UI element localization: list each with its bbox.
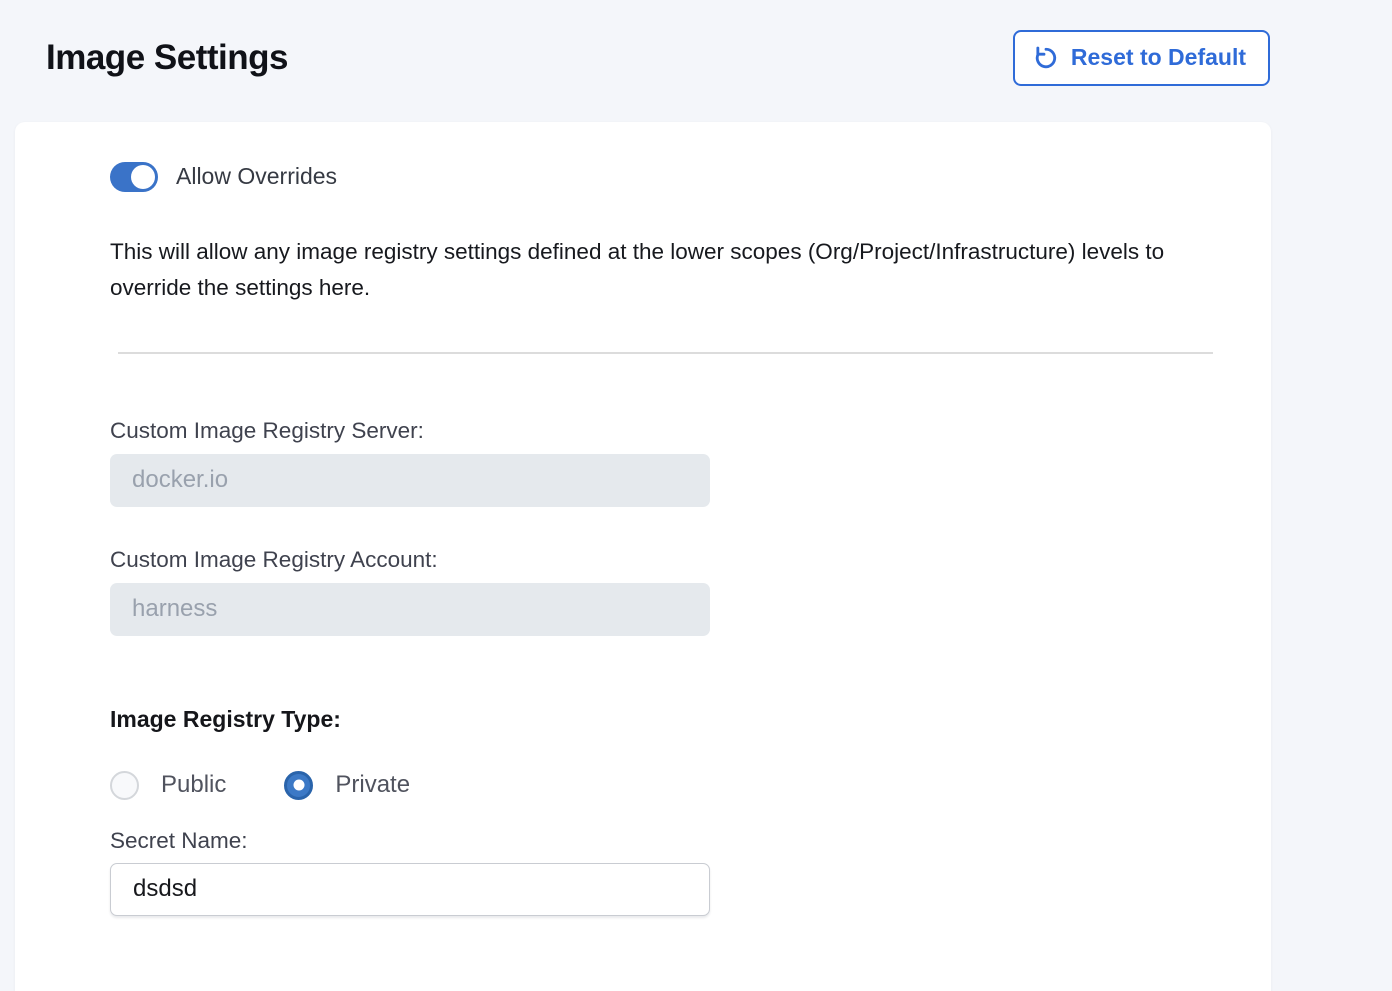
- allow-overrides-row: Allow Overrides: [110, 162, 1213, 192]
- registry-account-label: Custom Image Registry Account:: [110, 547, 1213, 573]
- secret-name-input[interactable]: [110, 863, 710, 916]
- overrides-description: This will allow any image registry setti…: [110, 234, 1213, 306]
- page-header: Image Settings Reset to Default: [0, 0, 1392, 86]
- radio-public-circle: [110, 771, 139, 800]
- radio-public-label: Public: [161, 771, 226, 799]
- registry-server-field: Custom Image Registry Server:: [110, 418, 1213, 507]
- registry-type-options: Public Private: [110, 771, 1213, 800]
- radio-option-public[interactable]: Public: [110, 771, 226, 800]
- registry-server-input: [110, 454, 710, 507]
- registry-account-field: Custom Image Registry Account:: [110, 547, 1213, 636]
- reset-to-default-button[interactable]: Reset to Default: [1013, 30, 1270, 86]
- registry-type-label: Image Registry Type:: [110, 706, 1213, 733]
- reset-button-label: Reset to Default: [1071, 44, 1246, 72]
- registry-account-input: [110, 583, 710, 636]
- allow-overrides-label: Allow Overrides: [176, 163, 337, 190]
- registry-server-label: Custom Image Registry Server:: [110, 418, 1213, 444]
- radio-private-circle: [284, 771, 313, 800]
- radio-private-label: Private: [335, 771, 410, 799]
- secret-name-label: Secret Name:: [110, 828, 1213, 854]
- allow-overrides-toggle[interactable]: [110, 162, 158, 192]
- reset-icon: [1033, 45, 1059, 71]
- secret-name-field: Secret Name:: [110, 828, 1213, 916]
- toggle-knob: [131, 165, 155, 189]
- section-divider: [118, 352, 1213, 354]
- image-settings-card: Allow Overrides This will allow any imag…: [15, 122, 1271, 991]
- page-title: Image Settings: [46, 38, 288, 78]
- radio-option-private[interactable]: Private: [284, 771, 410, 800]
